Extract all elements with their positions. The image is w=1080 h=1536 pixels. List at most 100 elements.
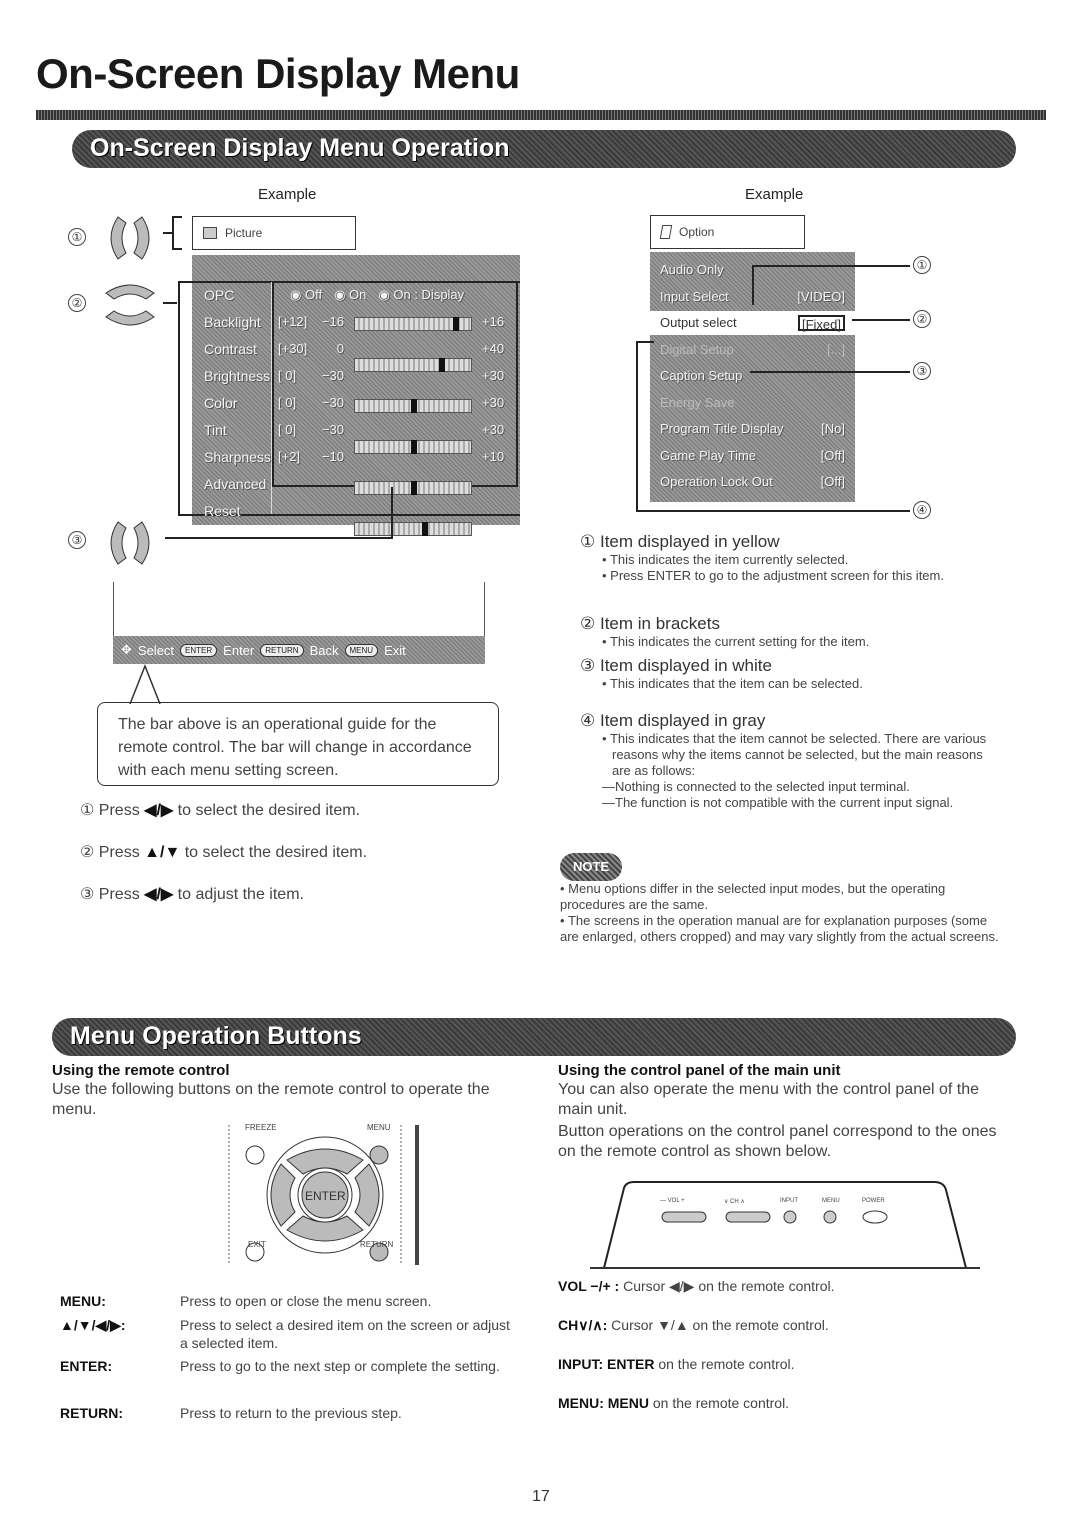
row-current-value: [+2] (278, 449, 301, 464)
slider-knob[interactable] (439, 358, 445, 372)
option-value: [Fixed] (797, 315, 845, 332)
row-slider[interactable] (354, 481, 472, 495)
slider-knob[interactable] (411, 440, 417, 454)
label-power: POWER (862, 1198, 885, 1204)
row-min: −30 (321, 395, 344, 410)
note-item: • The screens in the operation manual ar… (560, 913, 999, 944)
picture-row-contrast[interactable]: Contrast [+30] 0 +40 (0, 14, 1080, 372)
marker-2: ② (68, 294, 86, 312)
remote-definition: ENTER: Press to go to the next step or co… (60, 1357, 510, 1375)
legend-bullet: • This indicates that the item can be se… (602, 676, 863, 691)
definition-term: ENTER: (60, 1358, 113, 1374)
connector-r4 (636, 510, 910, 512)
up-down-buttons-icon (105, 284, 155, 326)
mapping-desc: Cursor ◀/▶ on the remote control. (623, 1278, 835, 1294)
menu-item-reset[interactable]: Reset (204, 503, 241, 519)
menu-title-option: Option (679, 225, 715, 239)
slider-knob[interactable] (453, 317, 459, 331)
option-row[interactable]: Operation Lock Out [Off] (650, 470, 855, 494)
row-slider[interactable] (354, 440, 472, 454)
step-pre: Press (98, 844, 140, 861)
row-slider[interactable] (354, 317, 472, 331)
option-value: [Off] (820, 474, 845, 489)
mapping-term: INPUT: ENTER (558, 1356, 655, 1372)
row-label: Color (204, 395, 238, 411)
note-list: • Menu options differ in the selected in… (560, 881, 1000, 945)
step-number: ② (80, 844, 95, 861)
option-row: Digital Setup [...] (650, 338, 855, 362)
row-current-value: [ 0] (278, 422, 297, 437)
page-title: On-Screen Display Menu (36, 50, 520, 97)
row-max: +30 (482, 395, 505, 410)
label-ch: ∨ CH ∧ (724, 1199, 745, 1205)
section-banner-osd-operation: On-Screen Display Menu Operation (72, 130, 1016, 168)
row-current-value: [+30] (278, 341, 308, 356)
option-value: [Off] (820, 447, 845, 463)
option-row[interactable]: Program Title Display [No] (650, 417, 855, 441)
panel-mapping: INPUT: ENTER on the remote control. (558, 1356, 795, 1372)
slider-knob[interactable] (411, 399, 417, 413)
panel-intro-2: Button operations on the control panel c… (558, 1123, 997, 1160)
slider-knob[interactable] (411, 481, 417, 495)
panel-mapping: VOL −/+ : Cursor ◀/▶ on the remote contr… (558, 1278, 835, 1295)
legend-title: ② Item in brackets (580, 614, 720, 633)
row-min: −30 (321, 368, 344, 383)
remote-definition: ▲/▼/◀/▶: Press to select a desired item o… (60, 1316, 510, 1352)
legend-bullet: • This indicates the item currently sele… (602, 552, 849, 567)
opc-label: OPC (204, 287, 235, 303)
marker-3: ③ (68, 531, 86, 549)
legend-title: ① Item displayed in yellow (580, 532, 780, 551)
panel-mapping: CH∨/∧: Cursor ▼/▲ on the remote control. (558, 1317, 829, 1334)
row-max: +30 (482, 368, 505, 383)
option-value: [No] (821, 421, 845, 436)
opc-option-off[interactable]: ◉ Off (290, 287, 322, 303)
option-label: Output select (660, 315, 737, 330)
step-item: ③ Press ◀/▶ to adjust the item. (80, 884, 304, 904)
row-max: +30 (482, 422, 505, 437)
row-max: +16 (482, 314, 505, 329)
dpad-icon: ✥ (121, 642, 132, 657)
connector-r3 (750, 371, 910, 373)
opc-option-on-display[interactable]: ◉ On : Display (378, 287, 464, 303)
option-row[interactable]: Output select [Fixed] (650, 311, 855, 335)
connector-r2 (852, 319, 910, 321)
menu-panel-button (823, 1210, 837, 1224)
step-keys: ▲/▼ (144, 844, 181, 861)
input-button (783, 1210, 797, 1224)
picture-row-backlight[interactable]: Backlight [+12] −16 +16 (0, 0, 1080, 331)
legend-item: ③ Item displayed in white • This indicate… (580, 656, 1000, 692)
menu-button (369, 1145, 389, 1165)
row-label: Brightness (204, 368, 271, 384)
option-row[interactable]: Game Play Time [Off] (650, 444, 855, 468)
label-return: RETURN (360, 1240, 394, 1249)
example-label-left: Example (258, 186, 317, 203)
connector-r1 (752, 265, 910, 267)
menu-item-advanced[interactable]: Advanced (204, 476, 266, 492)
slider-knob[interactable] (422, 522, 429, 536)
vol-button (661, 1211, 707, 1223)
remote-definition: MENU: Press to open or close the menu scr… (60, 1292, 510, 1310)
step-keys: ◀/▶ (144, 886, 174, 903)
marker-1: ① (68, 228, 86, 246)
picture-icon (203, 227, 217, 239)
label-panel-menu: MENU (822, 1198, 840, 1204)
row-current-value: [+12] (278, 314, 308, 329)
guide-bar-callout: The bar above is an operational guide fo… (97, 702, 499, 786)
legend-item: ① Item displayed in yellow • This indicat… (580, 532, 1000, 584)
option-label: Game Play Time (660, 447, 757, 463)
callout-pointer (129, 664, 161, 704)
row-slider[interactable] (354, 358, 472, 372)
row-label: Tint (204, 422, 227, 438)
freeze-button (245, 1145, 265, 1165)
step-post: to select the desired item. (184, 844, 368, 861)
option-row[interactable]: Caption Setup (650, 364, 855, 388)
row-slider[interactable] (354, 399, 472, 413)
picture-row-brightness[interactable]: Brightness [ 0] −30 +30 (0, 28, 1080, 413)
remote-definition: RETURN: Press to return to the previous s… (60, 1404, 510, 1422)
row-label: Sharpness (204, 449, 271, 465)
step-post: to adjust the item. (177, 886, 304, 903)
picture-menu-header: Picture (192, 216, 356, 250)
step-item: ① Press ◀/▶ to select the desired item. (80, 800, 360, 820)
row-slider[interactable] (354, 522, 472, 536)
opc-option-on[interactable]: ◉ On (334, 287, 366, 303)
